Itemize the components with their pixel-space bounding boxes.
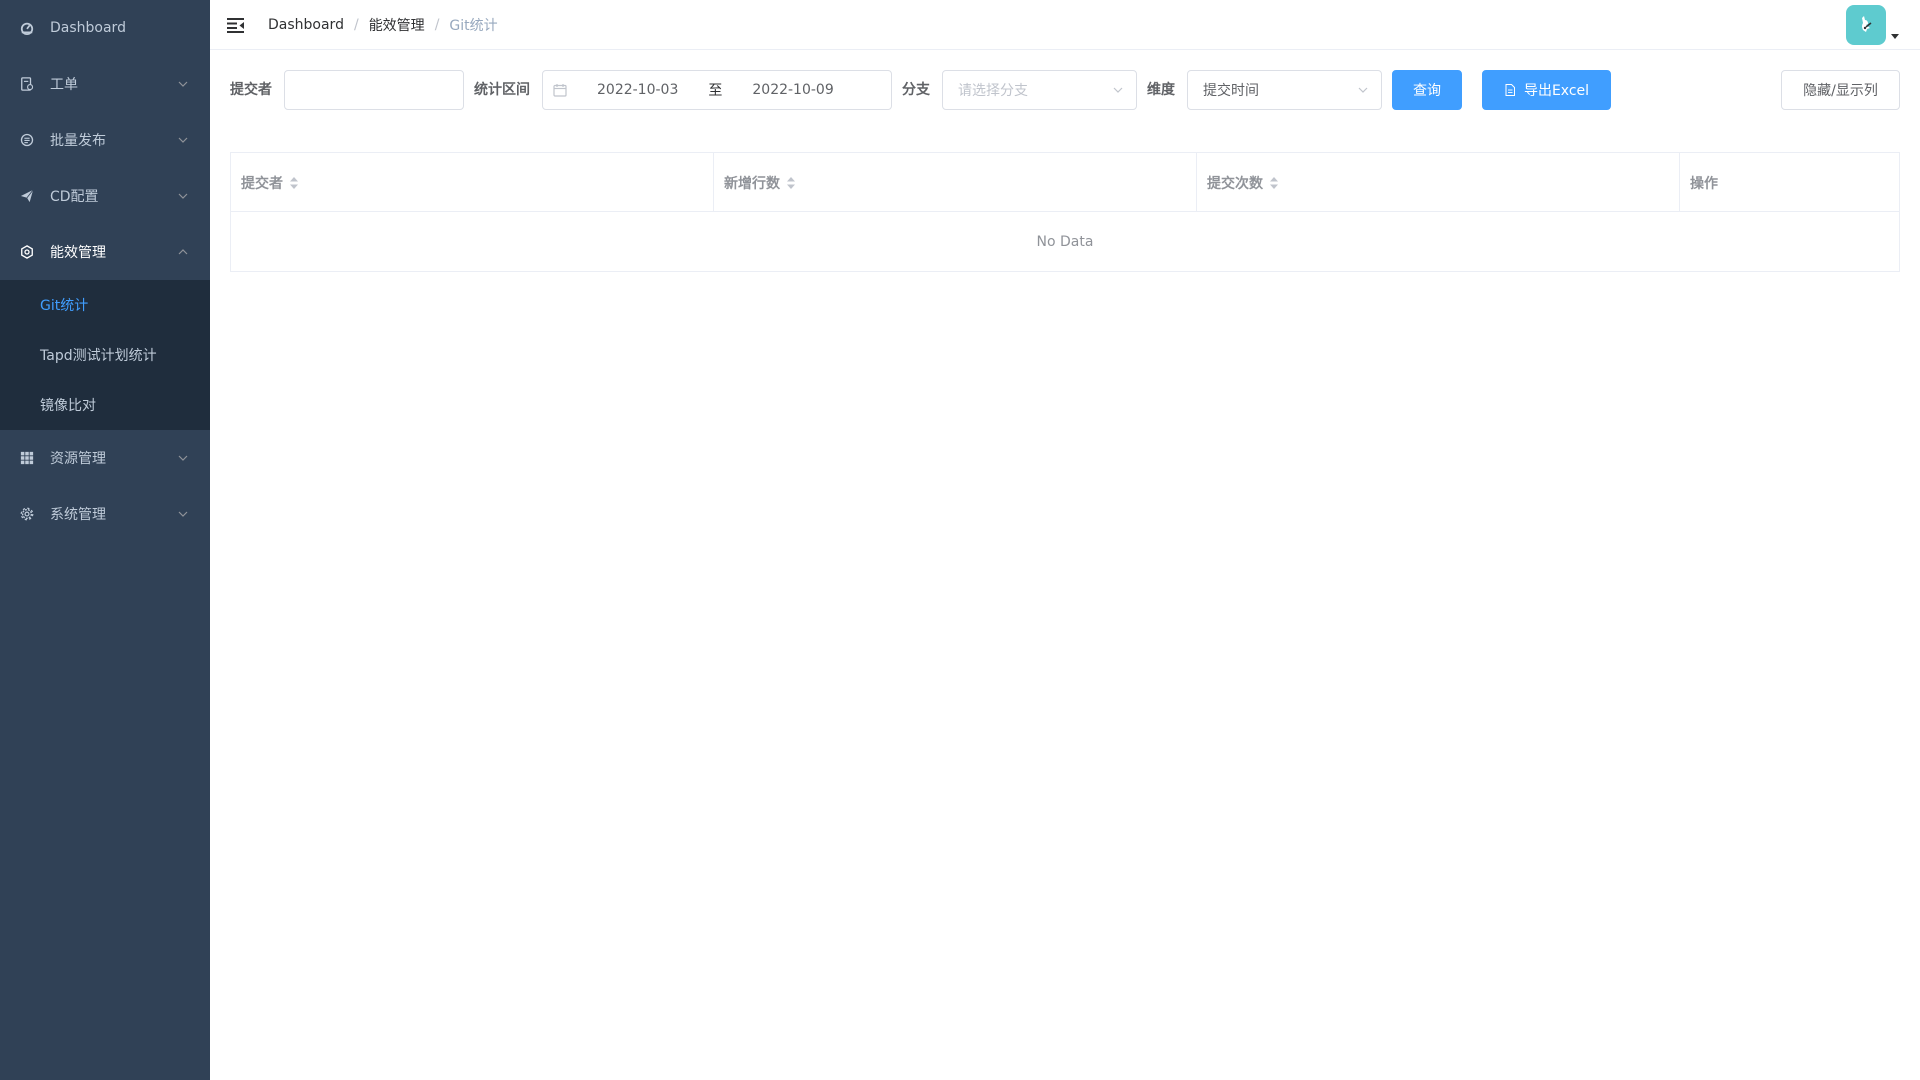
sidebar-item-batch-release[interactable]: 批量发布: [0, 112, 210, 168]
navbar: Dashboard / 能效管理 / Git统计: [210, 0, 1920, 50]
dimension-select[interactable]: 提交时间: [1187, 70, 1382, 110]
sidebar: Dashboard 工单 批量发布 CD配置 能效管理 Git统计 Tapd测试…: [0, 0, 210, 1080]
sidebar-subitem-git-stats[interactable]: Git统计: [0, 280, 210, 330]
sidebar-item-ticket[interactable]: 工单: [0, 56, 210, 112]
git-stats-table: 提交者 新增行数 提交次数 操作 No Data: [230, 152, 1900, 272]
sidebar-item-efficiency[interactable]: 能效管理: [0, 224, 210, 280]
column-header-label: 提交者: [241, 175, 283, 192]
calendar-icon: [553, 84, 567, 97]
chevron-down-icon: [178, 135, 188, 145]
export-button-label: 导出Excel: [1523, 83, 1590, 99]
query-button[interactable]: 查询: [1392, 70, 1462, 110]
date-end-input[interactable]: 2022-10-09: [752, 82, 833, 98]
send-icon: [20, 189, 34, 203]
avatar[interactable]: [1846, 5, 1886, 45]
ticket-icon: [20, 77, 34, 91]
branch-placeholder: 请选择分支: [958, 83, 1028, 99]
toggle-columns-label: 隐藏/显示列: [1803, 83, 1878, 99]
export-excel-button[interactable]: 导出Excel: [1482, 70, 1611, 110]
filter-bar: 提交者 统计区间 2022-10-03 至 2022-10-09 分支 请选择分…: [230, 70, 1900, 110]
hamburger-menu-icon[interactable]: [226, 15, 246, 35]
chevron-up-icon: [178, 247, 188, 257]
chevron-down-icon: [178, 191, 188, 201]
column-header-committer[interactable]: 提交者: [231, 153, 714, 212]
sort-icon[interactable]: [289, 176, 299, 190]
committer-input[interactable]: [284, 70, 464, 110]
sidebar-subitem-tapd-stats[interactable]: Tapd测试计划统计: [0, 330, 210, 380]
dashboard-icon: [20, 21, 34, 35]
sidebar-item-label: 资源管理: [50, 451, 106, 467]
date-range-separator: 至: [708, 83, 723, 99]
sidebar-item-resources[interactable]: 资源管理: [0, 430, 210, 486]
committer-label: 提交者: [230, 82, 272, 98]
submenu-efficiency: Git统计 Tapd测试计划统计 镜像比对: [0, 280, 210, 430]
sidebar-subitem-image-compare[interactable]: 镜像比对: [0, 380, 210, 430]
sort-icon[interactable]: [1269, 176, 1279, 190]
column-header-label: 操作: [1690, 175, 1718, 192]
breadcrumb-separator: /: [353, 16, 359, 33]
document-icon: [1505, 84, 1515, 96]
chevron-down-icon: [178, 79, 188, 89]
branch-select[interactable]: 请选择分支: [942, 70, 1137, 110]
dimension-label: 维度: [1147, 82, 1175, 98]
column-header-actions: 操作: [1680, 153, 1899, 212]
breadcrumb-item-current: Git统计: [449, 17, 498, 34]
chevron-down-icon: [1113, 87, 1123, 93]
sidebar-item-dashboard[interactable]: Dashboard: [0, 0, 210, 56]
grid-icon: [20, 451, 34, 465]
sidebar-item-label: Dashboard: [50, 20, 126, 36]
date-range-picker[interactable]: 2022-10-03 至 2022-10-09: [542, 70, 892, 110]
gear-icon: [20, 507, 34, 521]
sidebar-item-label: 能效管理: [50, 245, 106, 261]
column-header-commit-count[interactable]: 提交次数: [1197, 153, 1680, 212]
breadcrumb-item-dashboard[interactable]: Dashboard: [268, 17, 344, 33]
sidebar-item-system[interactable]: 系统管理: [0, 486, 210, 542]
query-button-label: 查询: [1413, 83, 1441, 99]
date-start-input[interactable]: 2022-10-03: [597, 82, 678, 98]
column-header-label: 提交次数: [1207, 175, 1263, 192]
chevron-down-icon: [178, 453, 188, 463]
sidebar-item-label: 系统管理: [50, 507, 106, 523]
user-menu[interactable]: [1846, 5, 1900, 45]
sidebar-item-label: 工单: [50, 77, 78, 93]
efficiency-icon: [20, 245, 34, 259]
breadcrumb: Dashboard / 能效管理 / Git统计: [268, 15, 498, 35]
chevron-down-icon: [178, 509, 188, 519]
sidebar-item-label: CD配置: [50, 189, 99, 205]
chevron-down-icon: [1358, 87, 1368, 93]
table-header: 提交者 新增行数 提交次数 操作: [231, 153, 1899, 212]
sidebar-item-label: 批量发布: [50, 133, 106, 149]
table-empty-text: No Data: [1036, 234, 1094, 250]
toggle-columns-button[interactable]: 隐藏/显示列: [1781, 70, 1900, 110]
column-header-added-lines[interactable]: 新增行数: [714, 153, 1197, 212]
range-label: 统计区间: [474, 82, 530, 98]
sidebar-item-cd-config[interactable]: CD配置: [0, 168, 210, 224]
dimension-value: 提交时间: [1203, 83, 1259, 99]
branch-label: 分支: [902, 82, 930, 98]
breadcrumb-separator: /: [434, 16, 440, 33]
breadcrumb-item-efficiency[interactable]: 能效管理: [369, 15, 425, 35]
batch-icon: [20, 133, 34, 147]
caret-down-icon: [1891, 34, 1899, 39]
column-header-label: 新增行数: [724, 175, 780, 192]
sort-icon[interactable]: [786, 176, 796, 190]
